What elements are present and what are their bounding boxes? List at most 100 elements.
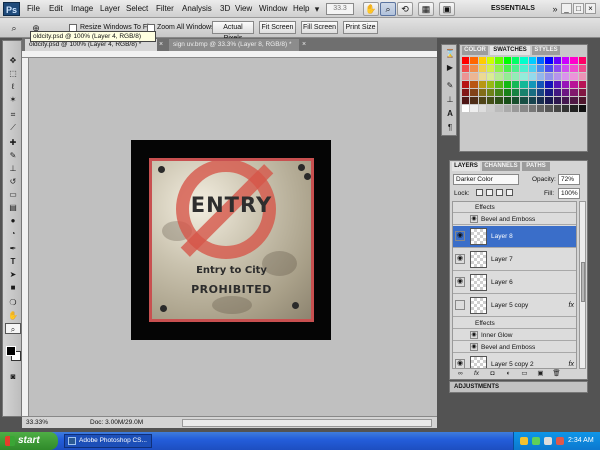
menu-window[interactable]: Window <box>259 4 287 14</box>
color-swatch[interactable] <box>545 89 553 96</box>
color-swatch[interactable] <box>487 97 495 104</box>
marquee-icon[interactable]: ⬚ <box>5 68 21 79</box>
screen-mode-button[interactable]: ▣ <box>439 2 455 16</box>
color-swatch[interactable] <box>478 105 486 112</box>
maximize-button[interactable]: □ <box>573 3 584 14</box>
color-swatch[interactable] <box>545 73 553 80</box>
lock-transparency-icon[interactable] <box>476 189 483 196</box>
color-swatch[interactable] <box>545 65 553 72</box>
color-swatch[interactable] <box>478 89 486 96</box>
fill-screen-button[interactable]: Fill Screen <box>301 21 338 34</box>
layer-effect-row[interactable]: Effects <box>453 202 576 213</box>
brush-icon[interactable]: ✎ <box>5 150 21 161</box>
color-swatch[interactable] <box>537 81 545 88</box>
document-size-status[interactable]: Doc: 3.00M/29.0M <box>90 418 143 428</box>
menu-view[interactable]: View <box>235 4 252 14</box>
rotate-view-button[interactable]: ⟲ <box>397 2 413 16</box>
horizontal-scrollbar[interactable] <box>182 419 432 427</box>
zoom-icon[interactable]: ⌕ <box>5 323 21 334</box>
color-swatch[interactable] <box>562 97 570 104</box>
effect-visibility-eye-icon[interactable]: ◉ <box>470 343 478 351</box>
effect-visibility-eye-icon[interactable]: ◉ <box>470 331 478 339</box>
layer-row[interactable]: ◉ Layer 8 <box>453 226 576 248</box>
color-swatch[interactable] <box>478 57 486 64</box>
menu-edit[interactable]: Edit <box>49 4 63 14</box>
layer-row[interactable]: ◉ Layer 5 copy 2 fx <box>453 354 576 368</box>
lock-position-icon[interactable] <box>496 189 503 196</box>
tab-channels[interactable]: CHANNELS <box>482 162 520 171</box>
lock-all-icon[interactable] <box>506 189 513 196</box>
color-swatch[interactable] <box>578 65 586 72</box>
color-swatch[interactable] <box>528 73 536 80</box>
lock-pixels-icon[interactable] <box>486 189 493 196</box>
close-button[interactable]: × <box>585 3 596 14</box>
blend-mode-select[interactable]: Darker Color <box>453 174 519 185</box>
color-swatch[interactable] <box>545 97 553 104</box>
color-swatch[interactable] <box>553 65 561 72</box>
foreground-color-swatch[interactable] <box>6 346 16 356</box>
color-swatch[interactable] <box>495 65 503 72</box>
color-swatch[interactable] <box>478 73 486 80</box>
color-swatch[interactable] <box>553 73 561 80</box>
color-swatch[interactable] <box>528 105 536 112</box>
healing-brush-icon[interactable]: ✚ <box>5 137 21 148</box>
brushes-icon[interactable]: ✎ <box>444 81 456 91</box>
color-swatch[interactable] <box>528 57 536 64</box>
color-swatch[interactable] <box>570 73 578 80</box>
quick-mask-icon[interactable]: ◙ <box>5 371 21 382</box>
color-swatch[interactable] <box>528 81 536 88</box>
visibility-eye-icon[interactable]: ◉ <box>455 231 465 241</box>
color-swatch[interactable] <box>520 97 528 104</box>
color-swatch[interactable] <box>578 105 586 112</box>
visibility-eye-icon[interactable] <box>455 300 465 310</box>
color-swatch[interactable] <box>570 105 578 112</box>
color-swatch[interactable] <box>570 81 578 88</box>
path-selection-icon[interactable]: ➤ <box>5 269 21 280</box>
color-swatch[interactable] <box>495 97 503 104</box>
color-swatch[interactable] <box>503 73 511 80</box>
tab-styles[interactable]: STYLES <box>532 46 560 55</box>
color-swatch[interactable] <box>495 81 503 88</box>
add-style-icon[interactable]: fx <box>472 370 481 378</box>
menu-file[interactable]: File <box>27 4 40 14</box>
workspace-switcher[interactable]: ESSENTIALS <box>491 3 551 15</box>
gradient-icon[interactable]: ▤ <box>5 202 21 213</box>
color-swatch[interactable] <box>470 65 478 72</box>
color-swatch[interactable] <box>520 89 528 96</box>
color-swatch[interactable] <box>487 105 495 112</box>
character-icon[interactable]: A <box>444 109 456 119</box>
color-swatch[interactable] <box>562 65 570 72</box>
color-swatch[interactable] <box>470 73 478 80</box>
color-swatch[interactable] <box>503 57 511 64</box>
visibility-eye-icon[interactable]: ◉ <box>455 359 465 368</box>
color-swatch[interactable] <box>495 89 503 96</box>
tab-oldcity-close-icon[interactable]: × <box>159 39 163 51</box>
zoom-level-field[interactable]: 33.3 <box>326 3 354 15</box>
visibility-eye-icon[interactable]: ◉ <box>455 277 465 287</box>
start-button[interactable]: start <box>0 432 58 450</box>
color-swatch[interactable] <box>462 65 470 72</box>
adjustments-panel[interactable]: ADJUSTMENTS <box>449 381 588 393</box>
color-swatch[interactable] <box>545 57 553 64</box>
clone-stamp-icon[interactable]: ⊥ <box>5 163 21 174</box>
actions-icon[interactable]: ▶ <box>444 63 456 73</box>
color-swatch[interactable] <box>503 97 511 104</box>
tray-security-icon[interactable] <box>556 437 564 445</box>
color-swatch[interactable] <box>537 89 545 96</box>
menu-help[interactable]: Help <box>293 4 309 14</box>
fill-input[interactable]: 100% <box>558 188 580 199</box>
clone-source-icon[interactable]: ⊥ <box>444 95 456 105</box>
color-swatch[interactable] <box>578 89 586 96</box>
color-swatch[interactable] <box>512 73 520 80</box>
color-swatch[interactable] <box>570 89 578 96</box>
color-swatch[interactable] <box>470 97 478 104</box>
color-swatch[interactable] <box>495 73 503 80</box>
color-swatch[interactable] <box>462 97 470 104</box>
color-swatch[interactable] <box>478 97 486 104</box>
tab-sign-uv-close-icon[interactable]: × <box>302 39 306 51</box>
color-swatch[interactable] <box>512 97 520 104</box>
menu-image[interactable]: Image <box>71 4 93 14</box>
print-size-button[interactable]: Print Size <box>343 21 378 34</box>
tab-sign-uv[interactable]: sign uv.bmp @ 33.3% (Layer 8, RGB/8) * <box>169 39 299 51</box>
eraser-icon[interactable]: ▭ <box>5 189 21 200</box>
